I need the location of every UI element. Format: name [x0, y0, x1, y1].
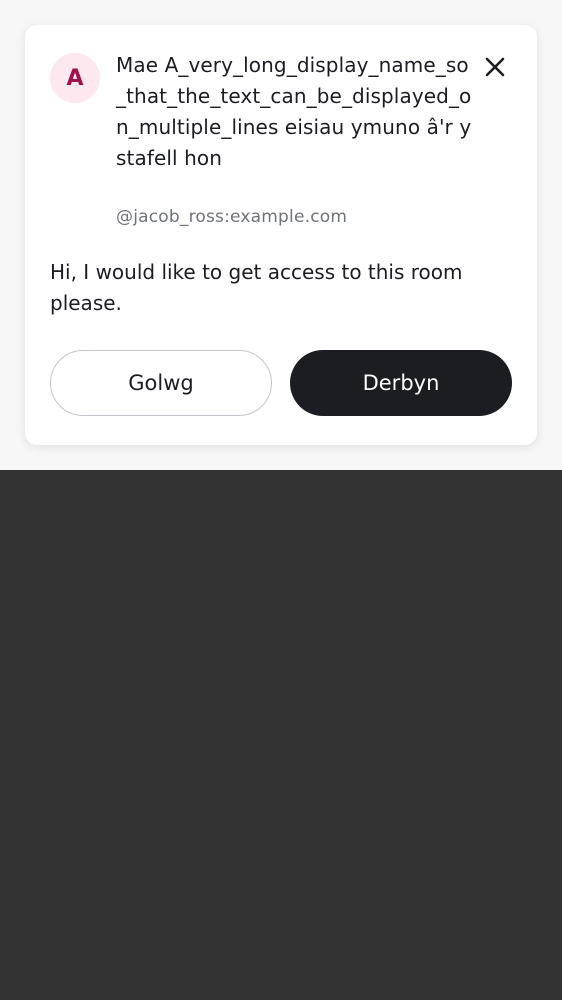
user-handle: @jacob_ross:example.com: [116, 207, 348, 227]
view-button-label: Golwg: [128, 371, 194, 395]
request-title: Mae A_very_long_display_name_so_that_the…: [116, 53, 472, 170]
avatar: A: [50, 53, 100, 103]
close-icon: [485, 57, 505, 77]
accept-button[interactable]: Derbyn: [290, 350, 512, 416]
view-button[interactable]: Golwg: [50, 350, 272, 416]
close-button[interactable]: [481, 53, 509, 81]
join-request-card: A Mae A_very_long_display_name_so_that_t…: [25, 25, 537, 445]
backdrop-area: [0, 470, 562, 1000]
accept-button-label: Derbyn: [362, 371, 440, 395]
avatar-initial: A: [66, 65, 84, 91]
request-message: Hi, I would like to get access to this r…: [50, 260, 463, 315]
